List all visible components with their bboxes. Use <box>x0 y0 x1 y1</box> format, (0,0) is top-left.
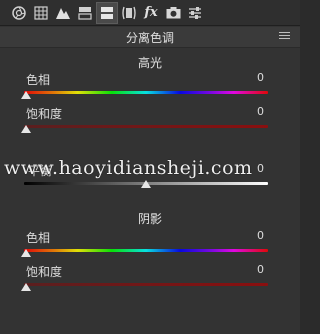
split-rows-icon <box>78 6 92 20</box>
tool-presets[interactable] <box>184 2 206 24</box>
panel-title: 分离色调 <box>125 31 174 45</box>
shadows-saturation-value[interactable]: 0 <box>257 263 264 276</box>
tool-basic[interactable] <box>8 2 30 24</box>
camera-icon <box>166 7 180 19</box>
highlights-saturation-slider[interactable] <box>24 125 268 128</box>
shadows-saturation-thumb[interactable] <box>21 283 31 291</box>
watermark-text: www.haoyidiansheji.com <box>4 157 253 179</box>
shadows-hue-slider[interactable] <box>24 249 268 252</box>
split-toning-icon <box>101 6 113 19</box>
shadows-saturation-label: 饱和度 <box>26 265 63 279</box>
shadows-hue-label: 色相 <box>26 231 51 245</box>
shadows-hue-thumb[interactable] <box>21 249 31 257</box>
highlights-hue-slider[interactable] <box>24 91 268 94</box>
shadows-title: 阴影 <box>137 212 162 226</box>
panel-header: 分离色调 <box>0 27 300 48</box>
balance-thumb[interactable] <box>141 180 151 188</box>
highlights-title: 高光 <box>137 56 162 70</box>
panel-menu-icon[interactable] <box>279 32 290 41</box>
highlights-saturation-label: 饱和度 <box>26 107 63 121</box>
aperture-icon <box>12 5 26 20</box>
tool-split-toning[interactable] <box>96 1 118 24</box>
tool-detail[interactable] <box>52 2 74 24</box>
split-toning-panel: fx 分离色调 高光 色相 0 饱和度 0 平衡 0 www.haoyidian… <box>0 0 300 334</box>
tool-camera-calibration[interactable] <box>162 2 184 24</box>
sliders-icon <box>189 6 201 19</box>
tool-lens-corrections[interactable] <box>118 2 140 24</box>
shadows-saturation-slider[interactable] <box>24 283 268 286</box>
mountains-icon <box>56 7 70 19</box>
shadows-hue-value[interactable]: 0 <box>257 229 264 242</box>
tool-hsl[interactable] <box>74 2 96 24</box>
highlights-saturation-thumb[interactable] <box>21 125 31 133</box>
lens-icon <box>122 6 136 19</box>
tool-tone-curve[interactable] <box>30 2 52 24</box>
highlights-hue-value[interactable]: 0 <box>257 71 264 84</box>
highlights-saturation-value[interactable]: 0 <box>257 105 264 118</box>
highlights-hue-thumb[interactable] <box>21 91 31 99</box>
grid-icon <box>34 5 48 20</box>
highlights-hue-label: 色相 <box>26 73 51 87</box>
fx-icon: fx <box>144 5 158 20</box>
tool-effects[interactable]: fx <box>140 2 162 24</box>
panel-toolbar: fx <box>0 0 300 26</box>
